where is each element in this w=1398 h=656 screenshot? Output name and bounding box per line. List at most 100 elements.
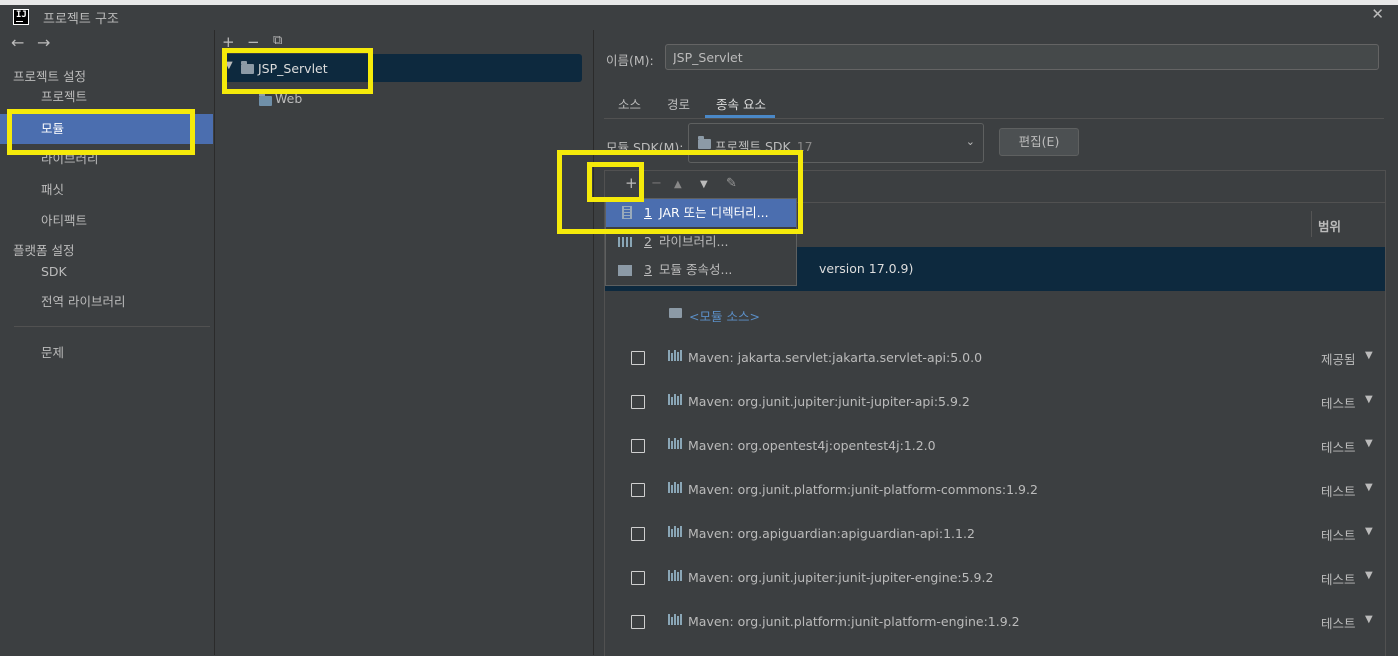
dependency-name: Maven: jakarta.servlet:jakarta.servlet-a… [688,350,983,365]
nav-item-libraries[interactable]: 라이브러리 [0,145,213,173]
dependency-name: Maven: org.junit.platform:junit-platform… [688,614,1020,629]
sdk-folder-icon [698,136,711,149]
intellij-logo-icon: IJ [13,9,29,25]
maven-library-icon [668,570,682,581]
dependency-name: Maven: org.opentest4j:opentest4j:1.2.0 [688,438,936,453]
module-source-row[interactable]: <모듈 소스> [605,292,1385,336]
maven-library-icon [668,526,682,537]
module-folder-icon [618,265,632,276]
add-dependency-icon[interactable]: + [625,174,638,192]
chevron-down-icon[interactable]: ▼ [1365,614,1373,625]
module-source-folder-icon [669,308,682,318]
tree-label-jsp-servlet: JSP_Servlet [258,61,328,76]
dependency-name: Maven: org.junit.jupiter:junit-jupiter-a… [688,394,970,409]
module-folder-icon [241,61,254,74]
add-dependency-popup: 1 JAR 또는 디렉터리... 2 라이브러리... 3 모듈 종속성... [605,198,797,286]
chevron-down-icon[interactable]: ▼ [1365,526,1373,537]
dependency-row[interactable]: Maven: org.junit.platform:junit-platform… [605,468,1385,512]
close-button[interactable]: ✕ [1371,5,1384,23]
export-checkbox[interactable] [631,351,645,365]
tab-dependencies[interactable]: 종속 요소 [716,94,766,113]
add-module-icon[interactable]: + [222,33,235,51]
name-label: 이름(M): [606,53,654,68]
tab-sources[interactable]: 소스 [618,94,641,113]
export-checkbox[interactable] [631,439,645,453]
export-checkbox[interactable] [631,483,645,497]
dependency-row[interactable]: Maven: jakarta.servlet:jakarta.servlet-a… [605,336,1385,380]
chevron-down-icon[interactable]: ▼ [1365,570,1373,581]
scope-dropdown[interactable]: 테스트 [1321,393,1356,412]
column-divider [1311,211,1312,237]
scope-dropdown[interactable]: 테스트 [1321,481,1356,500]
maven-library-icon [668,394,682,405]
scope-dropdown[interactable]: 제공됨 [1321,349,1356,368]
chevron-down-icon[interactable]: ▼ [225,60,233,71]
dependency-name: Maven: org.junit.platform:junit-platform… [688,482,1038,497]
export-checkbox[interactable] [631,527,645,541]
dependency-row[interactable]: Maven: org.opentest4j:opentest4j:1.2.0 테스… [605,424,1385,468]
nav-item-sdk[interactable]: SDK [0,258,213,286]
nav-item-artifacts[interactable]: 아티팩트 [0,207,213,235]
nav-divider [14,326,210,327]
scope-dropdown[interactable]: 테스트 [1321,613,1356,632]
dependency-name: Maven: org.apiguardian:apiguardian-api:1… [688,526,975,541]
scope-dropdown[interactable]: 테스트 [1321,525,1356,544]
move-down-icon[interactable]: ▼ [700,179,708,190]
dependency-row[interactable]: Maven: org.junit.platform:junit-platform… [605,600,1385,644]
tree-label-web: Web [275,91,303,106]
export-checkbox[interactable] [631,571,645,585]
dependency-row[interactable]: Maven: org.junit.jupiter:junit-jupiter-e… [605,556,1385,600]
tab-paths[interactable]: 경로 [667,94,690,113]
module-details-panel: 이름(M): 소스 경로 종속 요소 모듈 SDK(M): 프로젝트 SDK17… [594,30,1398,656]
nav-item-global-libraries[interactable]: 전역 라이브러리 [0,288,213,316]
export-checkbox[interactable] [631,615,645,629]
popup-item-module-dependency[interactable]: 3 모듈 종속성... [606,256,796,284]
forward-arrow-icon[interactable]: → [37,33,50,52]
tab-divider [604,118,1384,119]
back-arrow-icon[interactable]: ← [11,33,24,52]
module-sdk-select[interactable]: 프로젝트 SDK 17 ⌄ [688,123,984,163]
chevron-down-icon[interactable]: ▼ [1365,350,1373,361]
nav-item-project[interactable]: 프로젝트 [0,83,213,111]
sdk-value: 프로젝트 SDK 17 [715,139,813,154]
library-icon [618,237,632,247]
jar-icon [622,206,632,219]
scope-dropdown[interactable]: 테스트 [1321,437,1356,456]
chevron-down-icon: ⌄ [965,135,975,148]
window-title: 프로젝트 구조 [43,12,119,27]
remove-module-icon[interactable]: − [247,33,260,51]
maven-library-icon [668,482,682,493]
web-facet-icon [259,93,272,106]
title-bar: IJ 프로젝트 구조 ✕ [0,0,1398,30]
maven-library-icon [668,438,682,449]
chevron-down-icon[interactable]: ▼ [1365,438,1373,449]
chevron-down-icon[interactable]: ▼ [1365,482,1373,493]
module-sdk-label: 모듈 SDK(M): [606,140,684,155]
maven-library-icon [668,350,682,361]
sdk-row-label: version 17.0.9) [819,261,914,276]
move-up-icon[interactable]: ▲ [674,179,682,190]
export-checkbox[interactable] [631,395,645,409]
dependency-name: Maven: org.junit.jupiter:junit-jupiter-e… [688,570,994,585]
settings-navigation: ← → 프로젝트 설정 프로젝트 모듈 라이브러리 패싯 아티팩트 플랫폼 설정… [0,30,215,655]
nav-item-problems[interactable]: 문제 [0,339,213,367]
tree-item-web[interactable]: Web [255,88,375,110]
edit-sdk-button[interactable]: 편집(E) [999,128,1079,156]
popup-item-jar-or-directory[interactable]: 1 JAR 또는 디렉터리... [606,199,796,227]
scope-column-header[interactable]: 범위 [1318,216,1341,235]
copy-module-icon[interactable]: ⧉ [273,33,282,48]
edit-pencil-icon[interactable]: ✎ [726,176,737,191]
dependency-row[interactable]: Maven: org.junit.jupiter:junit-jupiter-a… [605,380,1385,424]
chevron-down-icon[interactable]: ▼ [1365,394,1373,405]
module-tree-panel: + − ⧉ ▼ JSP_Servlet Web [215,30,594,655]
tree-item-jsp-servlet[interactable]: ▼ JSP_Servlet [222,54,582,82]
platform-settings-heading: 플랫폼 설정 [13,243,75,258]
nav-item-facets[interactable]: 패싯 [0,176,213,204]
scope-dropdown[interactable]: 테스트 [1321,569,1356,588]
module-name-input[interactable] [665,44,1379,70]
nav-item-modules[interactable]: 모듈 [0,114,213,144]
remove-dependency-icon[interactable]: − [651,176,662,191]
dependency-row[interactable]: Maven: org.apiguardian:apiguardian-api:1… [605,512,1385,556]
popup-item-library[interactable]: 2 라이브러리... [606,228,796,256]
module-source-label: <모듈 소스> [689,309,760,324]
